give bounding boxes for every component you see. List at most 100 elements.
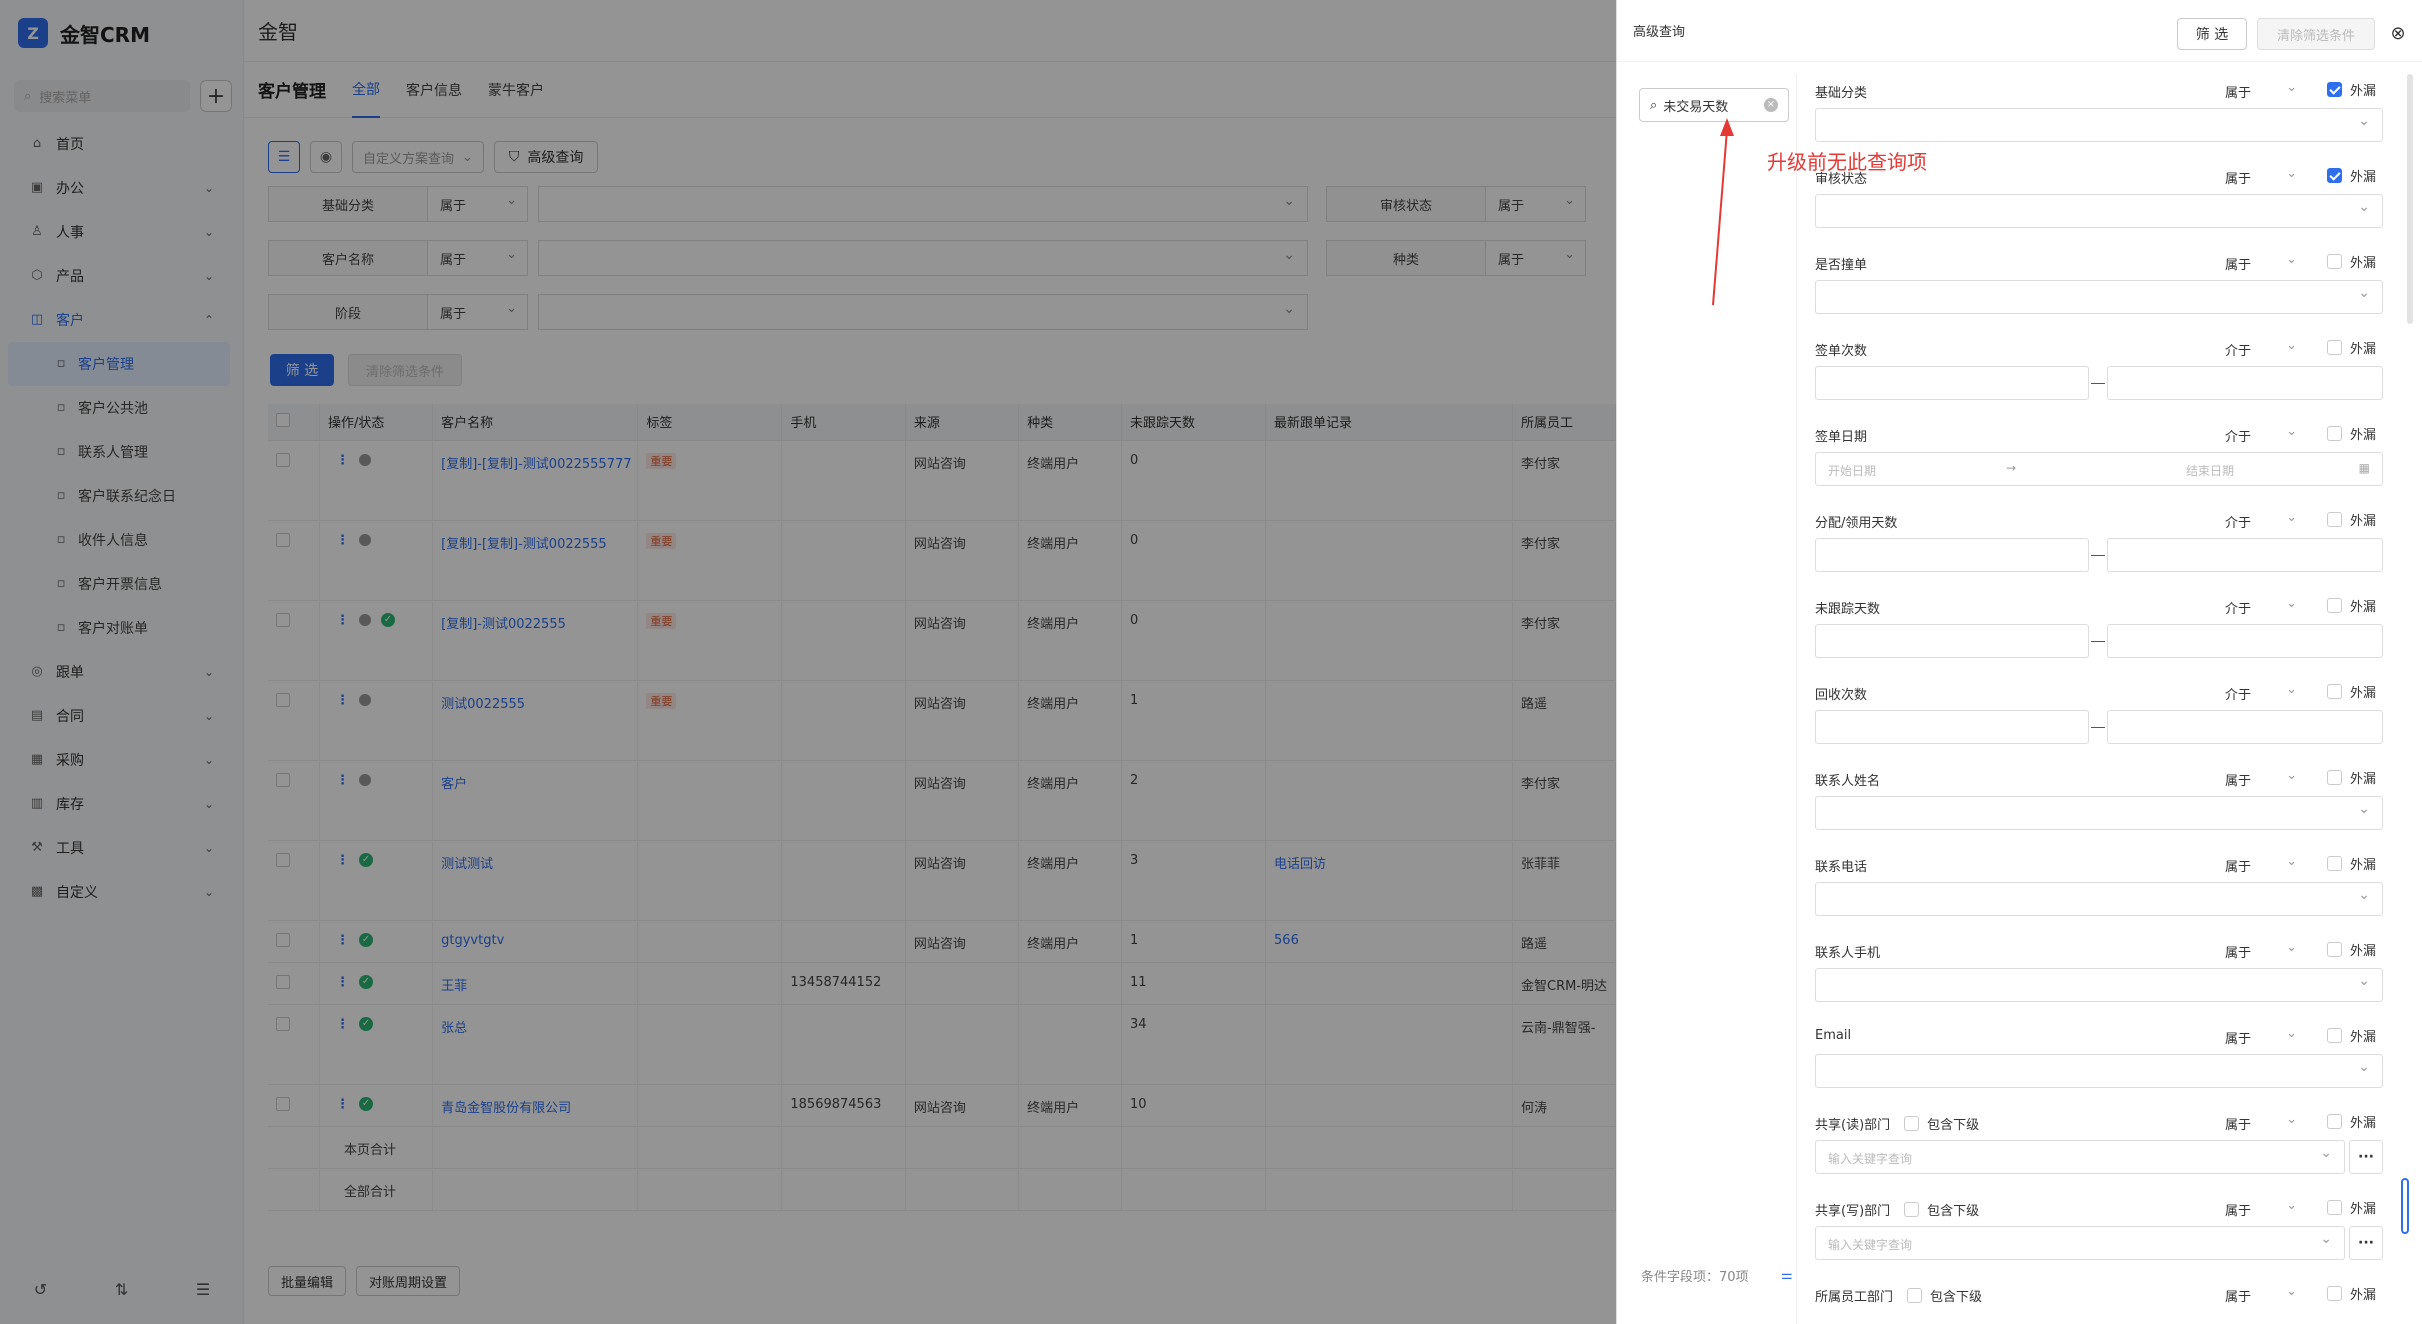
field-operator[interactable]: 属于 — [2225, 1026, 2305, 1047]
range-max-input[interactable] — [2107, 710, 2383, 744]
leak-label: 外漏 — [2350, 428, 2377, 443]
field-label-group: 联系人手机 — [1815, 942, 1880, 961]
leak-checkbox[interactable] — [2327, 598, 2342, 613]
range-max-input[interactable] — [2107, 538, 2383, 572]
leak-checkbox[interactable] — [2327, 1200, 2342, 1215]
range-max-input[interactable] — [2107, 366, 2383, 400]
leak-toggle[interactable]: 外漏 — [2327, 596, 2376, 615]
field-label: 联系人手机 — [1815, 946, 1881, 961]
field-value-select[interactable] — [1815, 108, 2383, 142]
field-label: 签单次数 — [1815, 344, 1868, 359]
field-operator[interactable]: 属于 — [2225, 252, 2305, 273]
field-label: 未跟踪天数 — [1815, 602, 1881, 617]
range-max-input[interactable] — [2107, 624, 2383, 658]
query-field: 审核状态 属于 外漏 — [1815, 160, 2401, 246]
field-value-select[interactable] — [1815, 882, 2383, 916]
leak-toggle[interactable]: 外漏 — [2327, 682, 2376, 701]
leak-checkbox[interactable] — [2327, 82, 2342, 97]
field-label: 联系人姓名 — [1815, 774, 1881, 789]
leak-checkbox[interactable] — [2327, 254, 2342, 269]
range-min-input[interactable] — [1815, 624, 2089, 658]
leak-toggle[interactable]: 外漏 — [2327, 424, 2376, 443]
drawer-filter-button[interactable]: 筛 选 — [2177, 18, 2247, 50]
leak-checkbox[interactable] — [2327, 684, 2342, 699]
leak-toggle[interactable]: 外漏 — [2327, 1198, 2376, 1217]
leak-toggle[interactable]: 外漏 — [2327, 510, 2376, 529]
leak-label: 外漏 — [2350, 1116, 2377, 1131]
leak-toggle[interactable]: 外漏 — [2327, 940, 2376, 959]
field-label-group: 签单日期 — [1815, 426, 1867, 445]
field-value-select[interactable] — [1815, 280, 2383, 314]
field-label: 共享(写)部门 — [1815, 1204, 1891, 1219]
field-value-select[interactable] — [1815, 1054, 2383, 1088]
field-operator[interactable]: 介于 — [2225, 510, 2305, 531]
field-search-input[interactable]: ⌕ 未交易天数 × — [1639, 88, 1789, 122]
leak-checkbox[interactable] — [2327, 770, 2342, 785]
leak-checkbox[interactable] — [2327, 1028, 2342, 1043]
include-sub-checkbox[interactable] — [1907, 1288, 1923, 1303]
field-operator[interactable]: 属于 — [2225, 1112, 2305, 1133]
field-operator[interactable]: 属于 — [2225, 166, 2305, 187]
leak-toggle[interactable]: 外漏 — [2327, 338, 2376, 357]
field-operator[interactable]: 属于 — [2225, 768, 2305, 789]
leak-toggle[interactable]: 外漏 — [2327, 80, 2376, 99]
field-value-select[interactable] — [1815, 194, 2383, 228]
field-operator[interactable]: 属于 — [2225, 940, 2305, 961]
date-range-picker[interactable]: 开始日期 → 结束日期 ▦ — [1815, 452, 2383, 486]
query-field: 联系电话 属于 外漏 — [1815, 848, 2401, 934]
leak-toggle[interactable]: 外漏 — [2327, 1284, 2376, 1303]
keyword-select[interactable]: 输入关键字查询 — [1815, 1226, 2345, 1260]
app-root: Z 金智CRM ⌕ 搜索菜单 + ⌂ 首页 ▣ 办公 ⌄ ♙ 人事 ⌄ ⬡ 产品 ⌄ ◫ 客户 ⌃ ▫ 客户管… — [0, 0, 2422, 1324]
more-options-button[interactable]: ··· — [2349, 1140, 2383, 1174]
field-operator[interactable]: 属于 — [2225, 1284, 2305, 1305]
field-operator[interactable]: 介于 — [2225, 424, 2305, 445]
keyword-select[interactable]: 输入关键字查询 — [1815, 1140, 2345, 1174]
include-sub-checkbox[interactable] — [1904, 1116, 1920, 1131]
leak-label: 外漏 — [2350, 686, 2377, 701]
field-operator[interactable]: 介于 — [2225, 338, 2305, 359]
leak-checkbox[interactable] — [2327, 340, 2342, 355]
leak-toggle[interactable]: 外漏 — [2327, 768, 2376, 787]
leak-label: 外漏 — [2350, 858, 2377, 873]
more-options-button[interactable]: ··· — [2349, 1226, 2383, 1260]
scrollbar[interactable] — [2407, 74, 2413, 324]
leak-checkbox[interactable] — [2327, 512, 2342, 527]
modal-overlay[interactable] — [0, 0, 1616, 1324]
field-operator[interactable]: 属于 — [2225, 80, 2305, 101]
leak-checkbox[interactable] — [2327, 168, 2342, 183]
field-value-select[interactable] — [1815, 796, 2383, 830]
leak-toggle[interactable]: 外漏 — [2327, 854, 2376, 873]
include-sub-checkbox[interactable] — [1904, 1202, 1920, 1217]
leak-label: 外漏 — [2350, 944, 2377, 959]
leak-checkbox[interactable] — [2327, 426, 2342, 441]
field-operator[interactable]: 介于 — [2225, 682, 2305, 703]
leak-checkbox[interactable] — [2327, 1286, 2342, 1301]
clear-search-icon[interactable]: × — [1764, 98, 1778, 112]
leak-toggle[interactable]: 外漏 — [2327, 252, 2376, 271]
include-sub-toggle[interactable]: 包含下级 — [1907, 1286, 1982, 1305]
close-icon[interactable]: ⊗ — [2385, 20, 2411, 46]
field-label-group: 回收次数 — [1815, 684, 1867, 703]
date-start-placeholder: 开始日期 — [1828, 464, 1877, 478]
field-operator[interactable]: 介于 — [2225, 596, 2305, 617]
field-operator[interactable]: 属于 — [2225, 854, 2305, 875]
leak-checkbox[interactable] — [2327, 856, 2342, 871]
include-sub-toggle[interactable]: 包含下级 — [1904, 1114, 1979, 1133]
range-separator — [2091, 727, 2105, 728]
leak-toggle[interactable]: 外漏 — [2327, 1026, 2376, 1045]
leak-label: 外漏 — [2350, 772, 2377, 787]
query-field: 所属员工部门 包含下级 属于 外漏 — [1815, 1278, 2401, 1324]
range-min-input[interactable] — [1815, 366, 2089, 400]
include-sub-toggle[interactable]: 包含下级 — [1904, 1200, 1979, 1219]
field-value-select[interactable] — [1815, 968, 2383, 1002]
field-operator[interactable]: 属于 — [2225, 1198, 2305, 1219]
leak-checkbox[interactable] — [2327, 1114, 2342, 1129]
leak-toggle[interactable]: 外漏 — [2327, 1112, 2376, 1131]
range-min-input[interactable] — [1815, 710, 2089, 744]
sliders-icon[interactable]: ⚌ — [1781, 1268, 1793, 1283]
field-search-panel: ⌕ 未交易天数 × 条件字段项：70项 ⚌ — [1631, 74, 1797, 1324]
scroll-handle[interactable] — [2401, 1178, 2409, 1234]
leak-checkbox[interactable] — [2327, 942, 2342, 957]
leak-toggle[interactable]: 外漏 — [2327, 166, 2376, 185]
range-min-input[interactable] — [1815, 538, 2089, 572]
